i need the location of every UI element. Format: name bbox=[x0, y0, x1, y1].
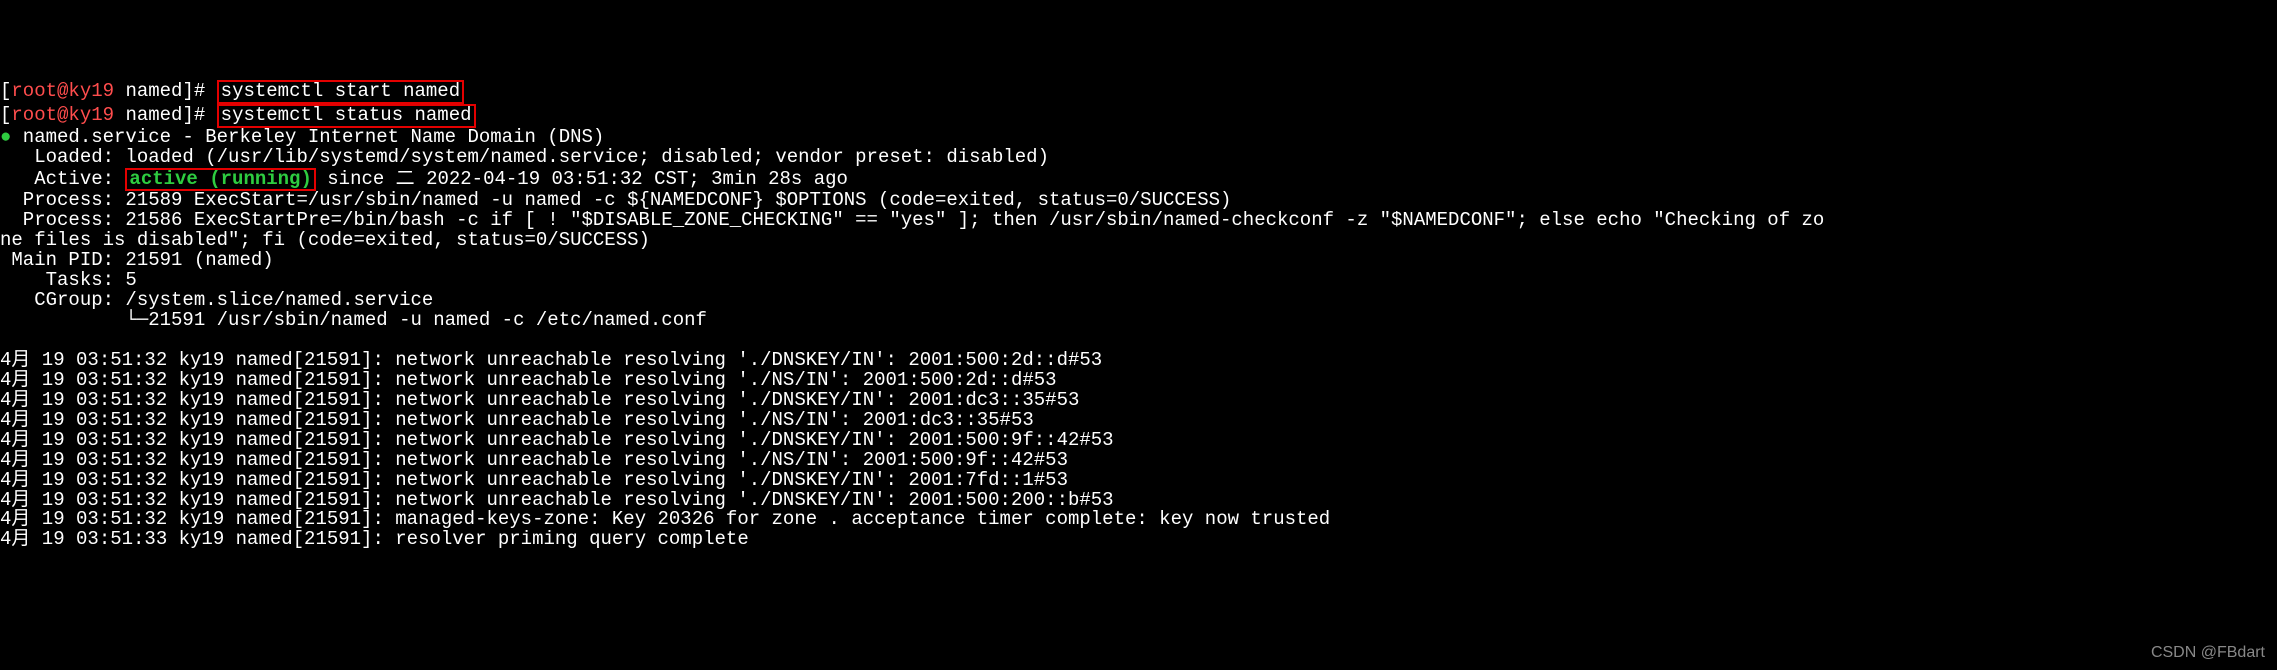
cgroup-child-line: └─21591 /usr/sbin/named -u named -c /etc… bbox=[0, 309, 707, 331]
process-line-1: Process: 21589 ExecStart=/usr/sbin/named… bbox=[0, 189, 1231, 211]
active-value-highlight: active (running) bbox=[125, 168, 315, 192]
cgroup-line: CGroup: /system.slice/named.service bbox=[0, 289, 433, 311]
prompt-path: named bbox=[125, 80, 182, 102]
log-line: 4月 19 03:51:32 ky19 named[21591]: networ… bbox=[0, 409, 1034, 431]
log-line: 4月 19 03:51:33 ky19 named[21591]: resolv… bbox=[0, 528, 749, 550]
process-line-2: Process: 21586 ExecStartPre=/bin/bash -c… bbox=[0, 209, 1824, 251]
watermark: CSDN @FBdart bbox=[2151, 645, 2265, 662]
prompt-line-2: [root@ky19 named]# systemctl status name… bbox=[0, 104, 476, 126]
prompt-open: [ bbox=[0, 80, 11, 102]
terminal-output: [root@ky19 named]# systemctl start named… bbox=[0, 80, 2277, 551]
log-line: 4月 19 03:51:32 ky19 named[21591]: networ… bbox=[0, 449, 1068, 471]
prompt-at: @ bbox=[57, 80, 68, 102]
status-dot-icon: ● bbox=[0, 126, 11, 148]
prompt-user: root bbox=[11, 80, 57, 102]
log-line: 4月 19 03:51:32 ky19 named[21591]: networ… bbox=[0, 389, 1079, 411]
log-line: 4月 19 03:51:32 ky19 named[21591]: networ… bbox=[0, 469, 1068, 491]
prompt-path: named bbox=[125, 104, 182, 126]
prompt-hash: # bbox=[194, 104, 205, 126]
cmd-start-highlight: systemctl start named bbox=[217, 80, 464, 104]
prompt-close: ] bbox=[182, 104, 193, 126]
loaded-line: Loaded: loaded (/usr/lib/systemd/system/… bbox=[0, 146, 1049, 168]
active-line: Active: active (running) since 二 2022-04… bbox=[0, 168, 848, 190]
log-line: 4月 19 03:51:32 ky19 named[21591]: networ… bbox=[0, 369, 1057, 391]
tasks-line: Tasks: 5 bbox=[0, 269, 137, 291]
log-line: 4月 19 03:51:32 ky19 named[21591]: networ… bbox=[0, 429, 1114, 451]
log-line: 4月 19 03:51:32 ky19 named[21591]: networ… bbox=[0, 349, 1102, 371]
prompt-host: ky19 bbox=[68, 104, 114, 126]
prompt-host: ky19 bbox=[68, 80, 114, 102]
active-value: active (running) bbox=[129, 168, 311, 190]
prompt-user: root bbox=[11, 104, 57, 126]
unit-name: named.service - Berkeley Internet Name D… bbox=[11, 126, 604, 148]
active-since: since 二 2022-04-19 03:51:32 CST; 3min 28… bbox=[316, 168, 848, 190]
cmd-status-highlight: systemctl status named bbox=[217, 104, 476, 128]
prompt-open: [ bbox=[0, 104, 11, 126]
cmd-status[interactable]: systemctl status named bbox=[221, 104, 472, 126]
main-pid-line: Main PID: 21591 (named) bbox=[0, 249, 274, 271]
log-line: 4月 19 03:51:32 ky19 named[21591]: networ… bbox=[0, 489, 1114, 511]
log-line: 4月 19 03:51:32 ky19 named[21591]: manage… bbox=[0, 508, 1330, 530]
unit-header-line: ● named.service - Berkeley Internet Name… bbox=[0, 126, 604, 148]
prompt-at: @ bbox=[57, 104, 68, 126]
cmd-start[interactable]: systemctl start named bbox=[221, 80, 460, 102]
prompt-close: ] bbox=[182, 80, 193, 102]
prompt-line-1: [root@ky19 named]# systemctl start named bbox=[0, 80, 464, 102]
active-label: Active: bbox=[0, 168, 125, 190]
prompt-hash: # bbox=[194, 80, 205, 102]
